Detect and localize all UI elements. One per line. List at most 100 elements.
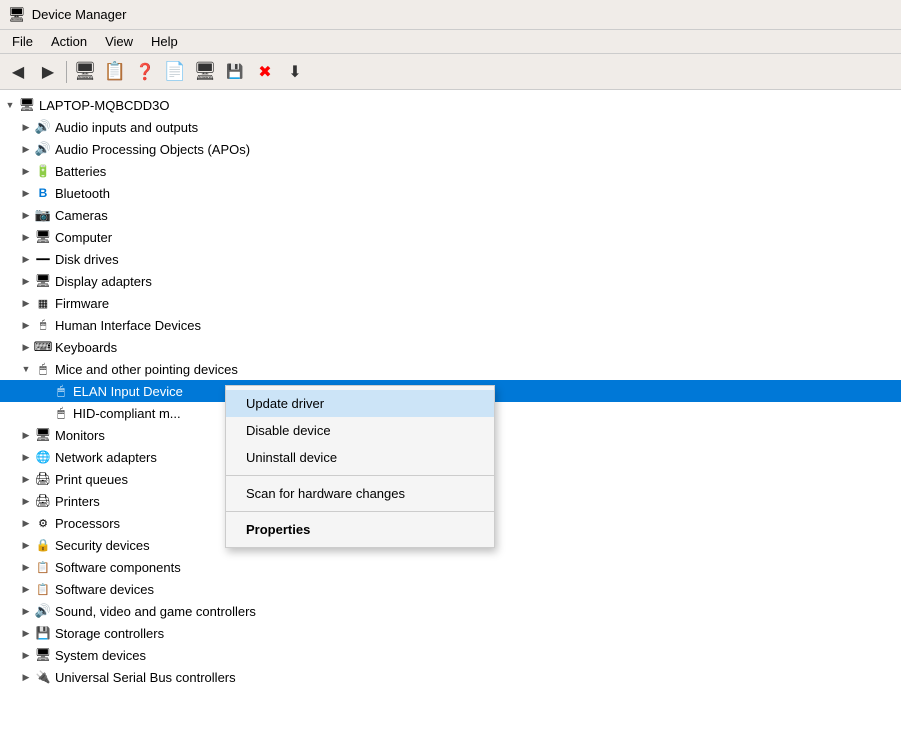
elan-icon: 🖱: [52, 382, 70, 400]
root-toggle[interactable]: ▼: [2, 97, 18, 113]
audio-processing-toggle[interactable]: ▶: [18, 141, 34, 157]
tree-keyboards[interactable]: ▶ ⌨ Keyboards: [0, 336, 901, 358]
toolbar-sep1: [66, 61, 67, 83]
toolbar-remove[interactable]: ✖: [251, 58, 279, 86]
sound-video-label: Sound, video and game controllers: [55, 604, 256, 619]
tree-computer[interactable]: ▶ 🖥 Computer: [0, 226, 901, 248]
toolbar-save[interactable]: 💾: [221, 58, 249, 86]
hid-toggle[interactable]: ▶: [18, 317, 34, 333]
ctx-update-driver[interactable]: Update driver: [226, 390, 494, 417]
display-adapters-toggle[interactable]: ▶: [18, 273, 34, 289]
hid-mouse-toggle: [36, 405, 52, 421]
toolbar-list[interactable]: 📋: [101, 58, 129, 86]
disk-drives-toggle[interactable]: ▶: [18, 251, 34, 267]
software-devices-toggle[interactable]: ▶: [18, 581, 34, 597]
storage-toggle[interactable]: ▶: [18, 625, 34, 641]
bluetooth-label: Bluetooth: [55, 186, 110, 201]
security-toggle[interactable]: ▶: [18, 537, 34, 553]
menu-help[interactable]: Help: [143, 32, 186, 51]
tree-audio-inputs[interactable]: ▶ 🔊 Audio inputs and outputs: [0, 116, 901, 138]
computer-icon: 🖥: [34, 228, 52, 246]
tree-batteries[interactable]: ▶ 🔋 Batteries: [0, 160, 901, 182]
software-components-toggle[interactable]: ▶: [18, 559, 34, 575]
cameras-toggle[interactable]: ▶: [18, 207, 34, 223]
audio-inputs-toggle[interactable]: ▶: [18, 119, 34, 135]
processors-toggle[interactable]: ▶: [18, 515, 34, 531]
disk-drives-icon: ━━: [34, 250, 52, 268]
usb-label: Universal Serial Bus controllers: [55, 670, 236, 685]
title-bar-text: Device Manager: [32, 7, 127, 22]
toolbar-help[interactable]: ❓: [131, 58, 159, 86]
tree-hid[interactable]: ▶ 🖱 Human Interface Devices: [0, 314, 901, 336]
tree-bluetooth[interactable]: ▶ B Bluetooth: [0, 182, 901, 204]
firmware-toggle[interactable]: ▶: [18, 295, 34, 311]
usb-toggle[interactable]: ▶: [18, 669, 34, 685]
toolbar-doc[interactable]: 📄: [161, 58, 189, 86]
tree-software-devices[interactable]: ▶ 📋 Software devices: [0, 578, 901, 600]
tree-disk-drives[interactable]: ▶ ━━ Disk drives: [0, 248, 901, 270]
printers-toggle[interactable]: ▶: [18, 493, 34, 509]
keyboards-icon: ⌨: [34, 338, 52, 356]
bluetooth-toggle[interactable]: ▶: [18, 185, 34, 201]
processors-icon: ⚙: [34, 514, 52, 532]
audio-inputs-icon: 🔊: [34, 118, 52, 136]
usb-icon: 🔌: [34, 668, 52, 686]
toolbar-monitor[interactable]: 🖥: [191, 58, 219, 86]
network-icon: 🌐: [34, 448, 52, 466]
monitors-label: Monitors: [55, 428, 105, 443]
tree-software-components[interactable]: ▶ 📋 Software components: [0, 556, 901, 578]
root-icon: 🖥: [18, 96, 36, 114]
display-adapters-label: Display adapters: [55, 274, 152, 289]
cameras-icon: 📷: [34, 206, 52, 224]
print-queues-label: Print queues: [55, 472, 128, 487]
display-adapters-icon: 🖥: [34, 272, 52, 290]
tree-system-devices[interactable]: ▶ 🖥 System devices: [0, 644, 901, 666]
menu-action[interactable]: Action: [43, 32, 95, 51]
tree-root[interactable]: ▼ 🖥 LAPTOP-MQBCDD3O: [0, 94, 901, 116]
ctx-sep2: [226, 511, 494, 512]
ctx-scan-hardware[interactable]: Scan for hardware changes: [226, 480, 494, 507]
mice-toggle[interactable]: ▼: [18, 361, 34, 377]
network-toggle[interactable]: ▶: [18, 449, 34, 465]
printers-icon: 🖨: [34, 492, 52, 510]
tree-storage[interactable]: ▶ 💾 Storage controllers: [0, 622, 901, 644]
software-components-icon: 📋: [34, 558, 52, 576]
software-devices-icon: 📋: [34, 580, 52, 598]
firmware-label: Firmware: [55, 296, 109, 311]
tree-usb[interactable]: ▶ 🔌 Universal Serial Bus controllers: [0, 666, 901, 688]
ctx-properties[interactable]: Properties: [226, 516, 494, 543]
tree-mice[interactable]: ▼ 🖱 Mice and other pointing devices: [0, 358, 901, 380]
tree-firmware[interactable]: ▶ ▦ Firmware: [0, 292, 901, 314]
tree-cameras[interactable]: ▶ 📷 Cameras: [0, 204, 901, 226]
sound-video-toggle[interactable]: ▶: [18, 603, 34, 619]
ctx-sep1: [226, 475, 494, 476]
tree-audio-processing[interactable]: ▶ 🔊 Audio Processing Objects (APOs): [0, 138, 901, 160]
toolbar-back[interactable]: ◀: [4, 58, 32, 86]
main-content: ▼ 🖥 LAPTOP-MQBCDD3O ▶ 🔊 Audio inputs and…: [0, 90, 901, 736]
tree-display-adapters[interactable]: ▶ 🖥 Display adapters: [0, 270, 901, 292]
audio-processing-icon: 🔊: [34, 140, 52, 158]
tree-sound-video[interactable]: ▶ 🔊 Sound, video and game controllers: [0, 600, 901, 622]
mice-label: Mice and other pointing devices: [55, 362, 238, 377]
hid-mouse-label: HID-compliant m...: [73, 406, 181, 421]
toolbar-forward[interactable]: ▶: [34, 58, 62, 86]
ctx-uninstall-device[interactable]: Uninstall device: [226, 444, 494, 471]
toolbar-down[interactable]: ⬇: [281, 58, 309, 86]
print-queues-toggle[interactable]: ▶: [18, 471, 34, 487]
keyboards-toggle[interactable]: ▶: [18, 339, 34, 355]
root-label: LAPTOP-MQBCDD3O: [39, 98, 170, 113]
batteries-toggle[interactable]: ▶: [18, 163, 34, 179]
toolbar-computer[interactable]: 🖥: [71, 58, 99, 86]
network-label: Network adapters: [55, 450, 157, 465]
bluetooth-icon: B: [34, 184, 52, 202]
computer-toggle[interactable]: ▶: [18, 229, 34, 245]
menu-view[interactable]: View: [97, 32, 141, 51]
ctx-disable-device[interactable]: Disable device: [226, 417, 494, 444]
monitors-toggle[interactable]: ▶: [18, 427, 34, 443]
title-bar: 🖥 Device Manager: [0, 0, 901, 30]
menu-bar: File Action View Help: [0, 30, 901, 54]
elan-label: ELAN Input Device: [73, 384, 183, 399]
storage-label: Storage controllers: [55, 626, 164, 641]
menu-file[interactable]: File: [4, 32, 41, 51]
system-devices-toggle[interactable]: ▶: [18, 647, 34, 663]
